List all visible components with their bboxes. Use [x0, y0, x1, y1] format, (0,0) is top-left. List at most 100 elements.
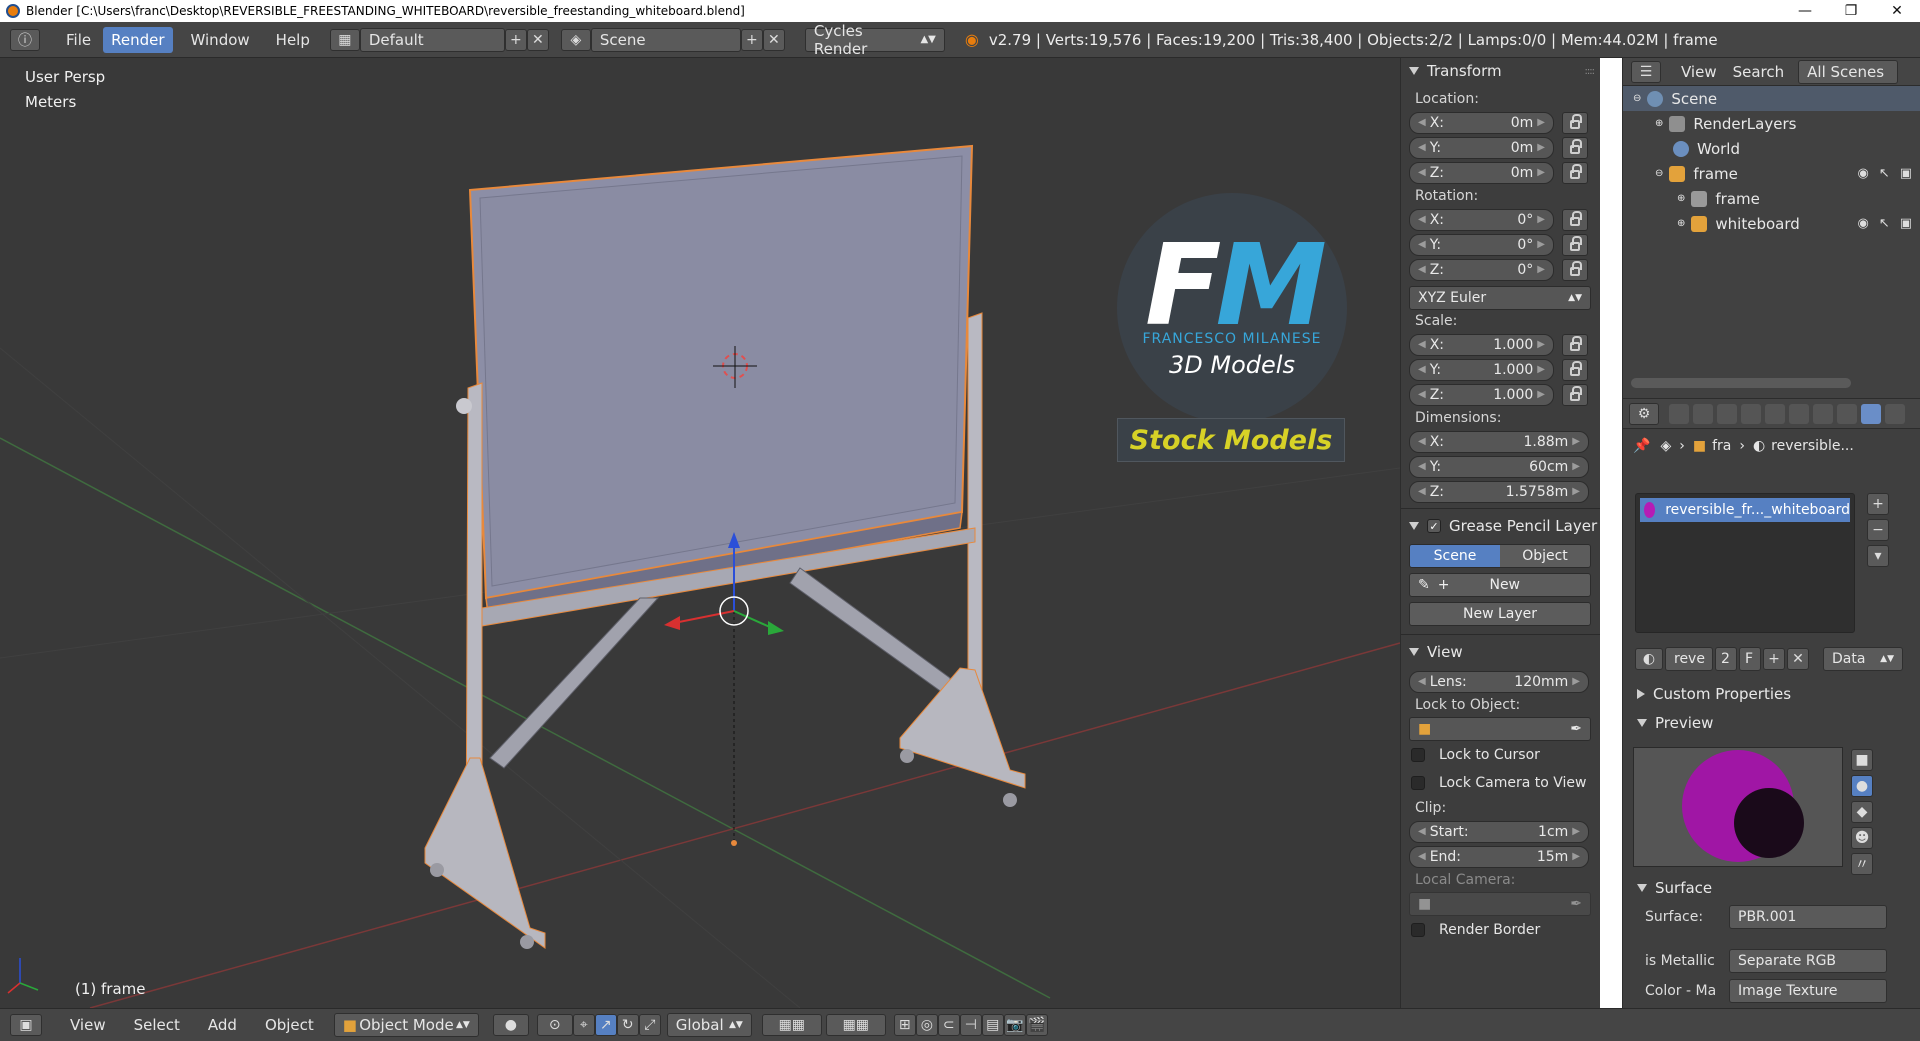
remove-scene-icon[interactable]: ✕ [762, 28, 785, 51]
render-engine-select[interactable]: Cycles Render ▲▼ [804, 22, 945, 58]
link-mode-select[interactable]: Data ▲▼ [1823, 647, 1903, 671]
interaction-mode-select[interactable]: ■ Object Mode ▲▼ [333, 1013, 479, 1037]
editor-type-3d-icon[interactable]: ▣ [10, 1014, 42, 1036]
user-count[interactable]: 2 [1715, 647, 1737, 671]
new-material-icon[interactable]: + [1763, 648, 1785, 670]
scale-z-field[interactable]: ◀ Z: 1.000 ▶ [1409, 383, 1554, 406]
material-name-field[interactable]: reve [1665, 647, 1713, 671]
render-border-checkbox[interactable]: Render Border [1401, 916, 1600, 944]
preview-header[interactable]: Preview [1629, 710, 1909, 736]
texture-tab-icon[interactable] [1885, 403, 1905, 424]
lens-field[interactable]: ◀ Lens: 120mm ▶ [1409, 670, 1589, 693]
render-tab-icon[interactable] [1669, 403, 1689, 424]
scale-y-field[interactable]: ◀ Y: 1.000 ▶ [1409, 358, 1554, 381]
fake-user-toggle[interactable]: F [1739, 647, 1761, 671]
scale-x-field[interactable]: ◀ X: 1.000 ▶ [1409, 333, 1554, 356]
eyedropper-icon[interactable]: ✒ [1570, 721, 1582, 737]
maximize-button[interactable]: ❐ [1828, 0, 1874, 22]
pivot-point-icon[interactable]: ⊙ [536, 1014, 573, 1036]
drag-grip-icon[interactable]: :::: [1585, 66, 1596, 77]
material-slot-list[interactable]: reversible_fr..._whiteboard [1635, 493, 1855, 633]
lock-camera-checkbox[interactable]: Lock Camera to View [1401, 769, 1600, 797]
lock-icon[interactable] [1562, 333, 1588, 356]
rotate-icon[interactable]: ↻ [616, 1014, 639, 1036]
add-slot-icon[interactable]: + [1867, 493, 1889, 515]
modifiers-tab-icon[interactable] [1813, 403, 1833, 424]
render-camera-icon[interactable]: ▣ [1900, 166, 1912, 181]
transform-orientation-select[interactable]: Global ▲▼ [666, 1013, 752, 1037]
rotation-z-field[interactable]: ◀ Z: 0° ▶ [1409, 258, 1554, 281]
menu-file[interactable]: File [58, 27, 99, 53]
unlink-material-icon[interactable]: ✕ [1787, 648, 1809, 670]
lock-icon[interactable] [1562, 383, 1588, 406]
scale-icon[interactable]: ⤢ [638, 1014, 661, 1036]
transform-panel-header[interactable]: Transform:::: [1401, 58, 1600, 84]
lock-to-cursor-checkbox[interactable]: Lock to Cursor [1401, 741, 1600, 769]
grease-pencil-panel-header[interactable]: ✓ Grease Pencil Layer [1401, 513, 1600, 539]
outliner-item-frame[interactable]: ⊖ frame ◉ ↖ ▣ [1623, 161, 1920, 186]
snap-element-icon[interactable]: ⊣ [959, 1014, 982, 1036]
close-button[interactable]: ✕ [1874, 0, 1920, 22]
menu-select[interactable]: Select [126, 1012, 188, 1038]
properties-editor-icon[interactable]: ⚙ [1629, 402, 1659, 425]
outliner-editor-icon[interactable]: ☰ [1631, 60, 1661, 83]
color-input-select[interactable]: Image Texture [1729, 979, 1887, 1003]
dimension-z-field[interactable]: ◀ Z: 1.5758m ▶ [1409, 480, 1589, 503]
lock-icon[interactable] [1562, 208, 1588, 231]
new-grease-pencil-button[interactable]: ✎ + New [1409, 572, 1591, 597]
clip-end-field[interactable]: ◀ End: 15m ▶ [1409, 845, 1589, 868]
object-tab-icon[interactable] [1765, 403, 1785, 424]
dimension-x-field[interactable]: ◀ X: 1.88m ▶ [1409, 430, 1589, 453]
clip-start-field[interactable]: ◀ Start: 1cm ▶ [1409, 820, 1589, 843]
surface-shader-select[interactable]: PBR.001 [1729, 905, 1887, 929]
menu-view[interactable]: View [62, 1012, 114, 1038]
dimension-y-field[interactable]: ◀ Y: 60cm ▶ [1409, 455, 1589, 478]
scene-field[interactable]: Scene [590, 27, 741, 52]
rotation-x-field[interactable]: ◀ X: 0° ▶ [1409, 208, 1554, 231]
y-manipulator-arrow[interactable] [733, 610, 773, 629]
menu-window[interactable]: Window [183, 27, 258, 53]
x-arrow-head[interactable] [664, 616, 680, 630]
render-layers-tab-icon[interactable] [1693, 403, 1713, 424]
outliner-item-scene[interactable]: ⊖ Scene [1623, 86, 1920, 111]
editor-type-info-icon[interactable]: ⓘ [10, 28, 40, 51]
preview-plane-icon[interactable]: ■ [1851, 749, 1873, 771]
grease-pencil-checkbox[interactable]: ✓ [1427, 519, 1441, 533]
slot-menu-icon[interactable]: ▾ [1867, 545, 1889, 567]
lock-icon[interactable] [1562, 111, 1588, 134]
render-animation-icon[interactable]: 🎬 [1025, 1014, 1048, 1036]
metallic-input-select[interactable]: Separate RGB [1729, 949, 1887, 973]
cursor-select-icon[interactable]: ↖ [1879, 166, 1890, 181]
preview-monkey-icon[interactable]: ☻ [1851, 827, 1873, 849]
screen-layout-field[interactable]: Default [359, 27, 505, 52]
layers-grid-icon[interactable]: ▦▦ [825, 1014, 886, 1036]
render-camera-icon[interactable]: ▣ [1900, 216, 1912, 231]
preview-hair-icon[interactable]: 〃 [1851, 853, 1873, 875]
y-arrow-head[interactable] [768, 621, 784, 635]
custom-properties-header[interactable]: Custom Properties [1629, 681, 1909, 707]
layers-grid-icon[interactable]: ▦▦ [761, 1014, 822, 1036]
location-x-field[interactable]: ◀ X: 0m ▶ [1409, 111, 1554, 134]
data-tab-icon[interactable] [1837, 403, 1857, 424]
lock-icon[interactable] [1562, 136, 1588, 159]
add-scene-icon[interactable]: + [740, 28, 763, 51]
preview-sphere-icon[interactable]: ● [1851, 775, 1873, 797]
material-tab-icon[interactable] [1861, 403, 1881, 424]
proportional-edit-icon[interactable]: ◎ [915, 1014, 938, 1036]
tab-scene[interactable]: Scene [1410, 544, 1500, 567]
tab-object[interactable]: Object [1500, 544, 1590, 567]
outliner-item-whiteboard[interactable]: ⊕ whiteboard ◉ ↖ ▣ [1623, 211, 1920, 236]
lock-icon[interactable] [1562, 161, 1588, 184]
outliner-item-renderlayers[interactable]: ⊕ RenderLayers [1623, 111, 1920, 136]
remove-slot-icon[interactable]: − [1867, 519, 1889, 541]
material-slot-item[interactable]: reversible_fr..._whiteboard [1640, 498, 1850, 522]
scene-icon[interactable]: ◈ [560, 28, 591, 51]
lock-object-field[interactable]: ■ ✒ [1409, 716, 1591, 741]
constraints-tab-icon[interactable] [1789, 403, 1809, 424]
outliner-display-filter[interactable]: All Scenes [1798, 59, 1899, 84]
lock-icon[interactable] [1562, 358, 1588, 381]
viewport-shading-icon[interactable]: ● [492, 1014, 529, 1036]
menu-object[interactable]: Object [257, 1012, 322, 1038]
render-preview-icon[interactable]: 📷 [1003, 1014, 1026, 1036]
eye-icon[interactable]: ◉ [1857, 166, 1868, 181]
